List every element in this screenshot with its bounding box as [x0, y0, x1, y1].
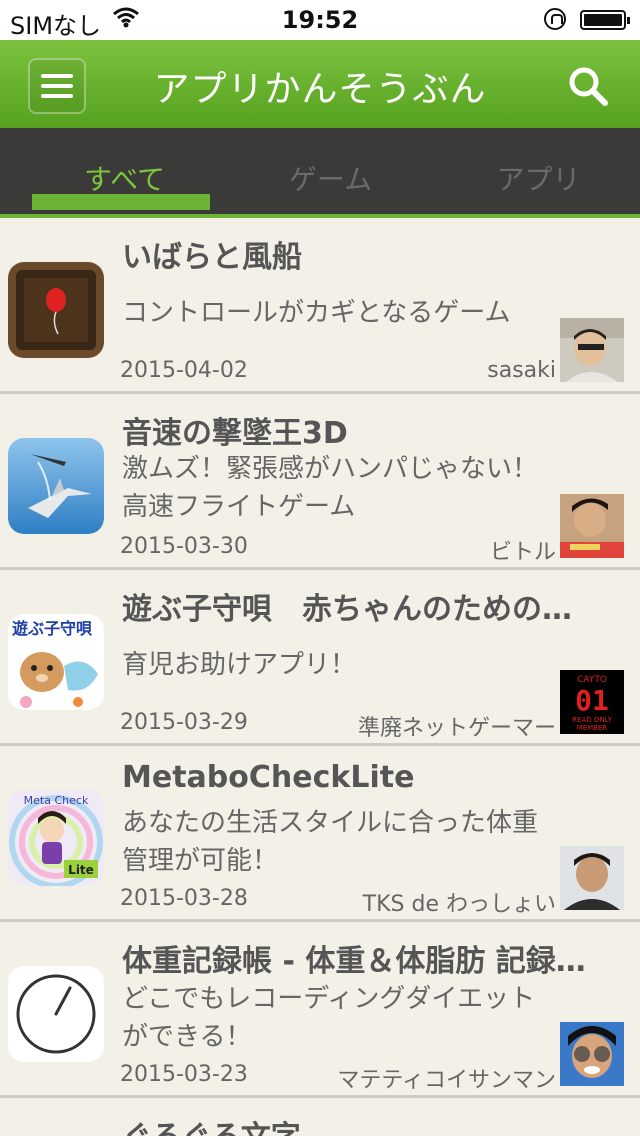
app-icon-lullaby: 遊ぶ子守唄 — [8, 614, 104, 710]
rotation-lock-icon — [544, 8, 566, 30]
app-title: 体重記録帳 - 体重＆体脂肪 記録… — [122, 944, 586, 979]
list-item[interactable]: いばらと風船 コントロールがカギとなるゲーム 2015-04-02 sasaki — [0, 218, 640, 394]
lullaby-icon-text: 遊ぶ子守唄 — [12, 619, 92, 638]
reviewer-name: sasaki — [487, 358, 556, 383]
list-item[interactable]: ぐるぐる文字 — [0, 1098, 640, 1136]
cayto-number-text: 01 — [575, 684, 609, 717]
avatar[interactable] — [560, 494, 624, 558]
review-date: 2015-03-30 — [120, 534, 248, 559]
review-date: 2015-04-02 — [120, 358, 248, 383]
app-description: 育児お助けアプリ！ — [122, 650, 357, 680]
metabo-icon-text: Meta Check — [24, 794, 89, 807]
tab-apps[interactable]: アプリ — [432, 128, 640, 218]
tab-games[interactable]: ゲーム — [224, 128, 437, 218]
app-icon-clock — [8, 966, 104, 1062]
app-title: 遊ぶ子守唄 赤ちゃんのための… — [122, 592, 572, 627]
battery-icon — [580, 10, 630, 30]
app-icon-balloon — [8, 262, 104, 358]
cayto-sub-text: MEMBER — [577, 724, 608, 732]
list-item[interactable]: 音速の撃墜王3D 激ムズ！緊張感がハンパじゃない！高速フライトゲーム 2015-… — [0, 394, 640, 570]
search-icon[interactable] — [566, 64, 610, 108]
avatar[interactable] — [560, 846, 624, 910]
app-title: MetaboCheckLite — [122, 760, 415, 795]
reviewer-name: マテティコイサンマン — [337, 1068, 556, 1093]
status-bar: SIMなし 19:52 — [0, 0, 640, 40]
app-title: ぐるぐる文字 — [122, 1112, 622, 1136]
app-description: 激ムズ！緊張感がハンパじゃない！高速フライトゲーム — [122, 454, 539, 522]
app-title: いばらと風船 — [122, 240, 302, 275]
app-title: 音速の撃墜王3D — [122, 416, 348, 451]
review-list: いばらと風船 コントロールがカギとなるゲーム 2015-04-02 sasaki — [0, 218, 640, 1136]
app-description: どこでもレコーディングダイエットができる！ — [122, 984, 536, 1052]
review-date: 2015-03-28 — [120, 886, 248, 911]
review-date: 2015-03-23 — [120, 1062, 248, 1087]
metabo-badge-text: Lite — [68, 863, 94, 877]
app-icon-metabo: Meta Check Lite — [8, 790, 104, 886]
reviewer-name: TKS de わっしょい — [362, 892, 556, 917]
cayto-sub-text: READ ONLY — [572, 716, 612, 724]
page-title: アプリかんそうぶん — [153, 69, 487, 110]
active-tab-indicator — [32, 194, 210, 210]
list-item[interactable]: Meta Check Lite MetaboCheckLite あなたの生活スタ… — [0, 746, 640, 922]
list-item[interactable]: 遊ぶ子守唄 遊ぶ子守唄 赤ちゃんのための… 育児お助けアプリ！ 2015-03-… — [0, 570, 640, 746]
app-description: あなたの生活スタイルに合った体重管理が可能！ — [122, 808, 539, 876]
nav-bar: アプリかんそうぶん — [0, 40, 640, 128]
avatar[interactable] — [560, 318, 624, 382]
app-description: コントロールがカギとなるゲーム — [122, 298, 511, 328]
avatar[interactable] — [560, 1022, 624, 1086]
avatar[interactable]: CAYTO 01 READ ONLY MEMBER — [560, 670, 624, 734]
review-date: 2015-03-29 — [120, 710, 248, 735]
reviewer-name: 準廃ネットゲーマー — [357, 716, 556, 741]
app-icon-jet — [8, 438, 104, 534]
list-item[interactable]: 体重記録帳 - 体重＆体脂肪 記録… どこでもレコーディングダイエットができる！… — [0, 922, 640, 1098]
reviewer-name: ビトル — [489, 540, 556, 565]
